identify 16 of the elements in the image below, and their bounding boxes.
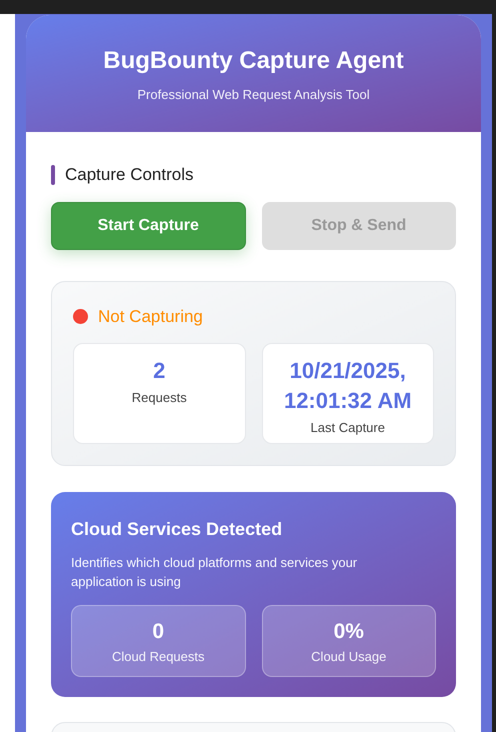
stat-label: Requests [132, 389, 187, 407]
section-heading: Capture Controls [65, 164, 194, 186]
cloud-stat-label: Cloud Usage [311, 648, 386, 666]
cloud-description: Identifies which cloud platforms and services your application is using [71, 554, 358, 591]
accent-bar [51, 164, 55, 185]
stat-value: 2 [153, 357, 166, 385]
app-subtitle: Professional Web Request Analysis Tool [137, 86, 370, 104]
status-label: Not Capturing [98, 306, 203, 328]
app-title: BugBounty Capture Agent [103, 46, 404, 76]
cloud-stat-value: 0% [334, 618, 364, 644]
start-button[interactable]: Start Capture [51, 202, 246, 250]
stat-value: 10/21/2025, 12:01:32 AM [282, 357, 413, 415]
cloud-stat-value: 0 [152, 618, 164, 644]
cloud-title: Cloud Services Detected [71, 518, 284, 541]
cloud-stat-label: Cloud Requests [112, 648, 204, 666]
stat-label: Last Capture [310, 419, 385, 437]
